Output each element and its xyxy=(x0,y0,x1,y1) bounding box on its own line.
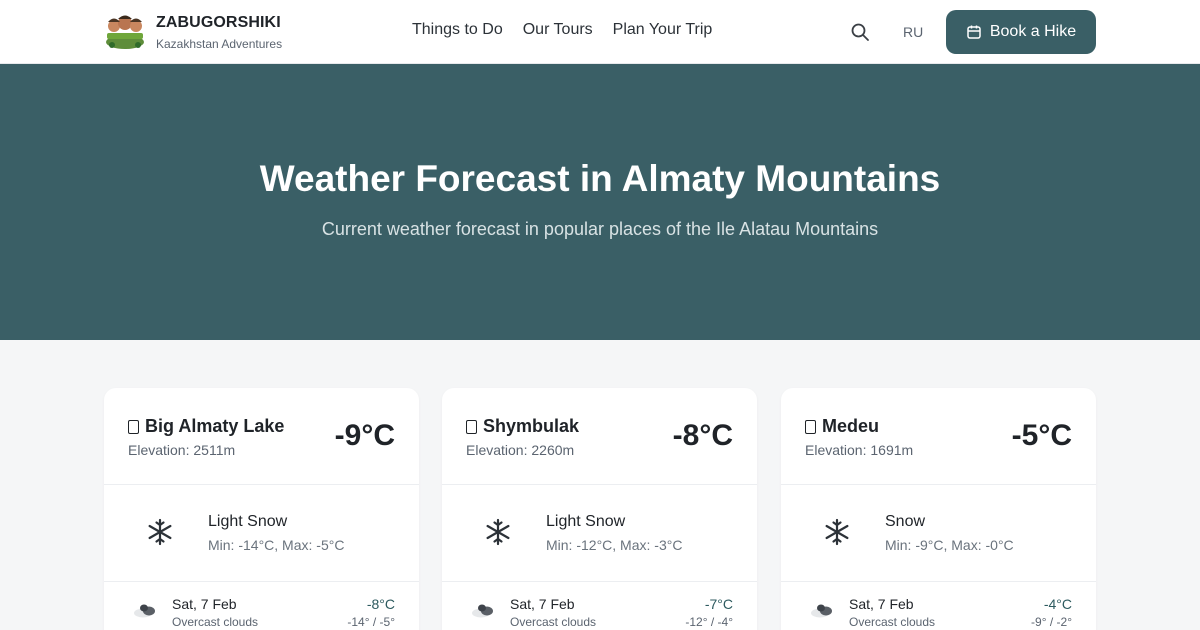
weather-card: Big Almaty Lake Elevation: 2511m -9°C Li… xyxy=(104,388,419,630)
nav-plan-your-trip[interactable]: Plan Your Trip xyxy=(613,21,713,39)
elevation: Elevation: 2511m xyxy=(128,442,236,458)
weather-cards: Big Almaty Lake Elevation: 2511m -9°C Li… xyxy=(104,388,1096,630)
page-subtitle: Current weather forecast in popular plac… xyxy=(321,219,879,239)
hero-section: Weather Forecast in Almaty Mountains Cur… xyxy=(0,64,1200,340)
min-max-range: Min: -12°C, Max: -3°C xyxy=(546,537,683,553)
card-header: Big Almaty Lake Elevation: 2511m -9°C xyxy=(104,388,419,485)
forecast-date: Sat, 7 Feb xyxy=(510,596,575,612)
weather-card: Medeu Elevation: 1691m -5°C Snow Min: -9… xyxy=(781,388,1096,630)
forecast-description: Overcast clouds xyxy=(510,615,597,629)
current-conditions: Light Snow Min: -12°C, Max: -3°C xyxy=(442,485,757,582)
forecast-temperature: -7°C xyxy=(704,596,733,612)
location-name: Shymbulak xyxy=(483,416,580,436)
cloud-icon xyxy=(811,604,832,618)
min-max-range: Min: -9°C, Max: -0°C xyxy=(885,537,1014,553)
current-conditions: Snow Min: -9°C, Max: -0°C xyxy=(781,485,1096,582)
forecast-temperature: -4°C xyxy=(1043,596,1072,612)
current-temperature: -8°C xyxy=(672,419,733,452)
location-title: Shymbulak xyxy=(466,416,579,437)
location-title: Big Almaty Lake xyxy=(128,416,284,437)
forecast-day-row: Sat, 7 Feb Overcast clouds -4°C -9° / -2… xyxy=(781,582,1096,630)
elevation: Elevation: 2260m xyxy=(466,442,575,458)
forecast-day-row: Sat, 7 Feb Overcast clouds -8°C -14° / -… xyxy=(104,582,419,630)
current-temperature: -5°C xyxy=(1011,419,1072,452)
brand-name[interactable]: ZABUGORSHIKI xyxy=(156,14,281,32)
current-temperature: -9°C xyxy=(334,419,395,452)
card-header: Medeu Elevation: 1691m -5°C xyxy=(781,388,1096,485)
card-header: Shymbulak Elevation: 2260m -8°C xyxy=(442,388,757,485)
book-a-hike-button[interactable]: Book a Hike xyxy=(946,10,1096,54)
forecast-description: Overcast clouds xyxy=(172,615,259,629)
snowflake-icon xyxy=(486,518,510,546)
current-conditions: Light Snow Min: -14°C, Max: -5°C xyxy=(104,485,419,582)
elevation: Elevation: 1691m xyxy=(805,442,914,458)
forecast-range: -9° / -2° xyxy=(1031,615,1072,629)
brand-logo[interactable] xyxy=(104,12,146,50)
language-switch[interactable]: RU xyxy=(903,24,923,40)
nav-things-to-do[interactable]: Things to Do xyxy=(412,21,503,39)
brand-tagline: Kazakhstan Adventures xyxy=(156,37,283,51)
forecast-temperature: -8°C xyxy=(366,596,395,612)
main-nav: Things to Do Our Tours Plan Your Trip xyxy=(412,21,712,39)
forecast-date: Sat, 7 Feb xyxy=(849,596,914,612)
snowflake-icon xyxy=(825,518,849,546)
location-title: Medeu xyxy=(805,416,879,437)
condition: Light Snow xyxy=(546,513,626,530)
snowflake-icon xyxy=(148,518,172,546)
forecast-date: Sat, 7 Feb xyxy=(172,596,237,612)
page-title: Weather Forecast in Almaty Mountains xyxy=(259,158,941,199)
weather-card: Shymbulak Elevation: 2260m -8°C Light Sn… xyxy=(442,388,757,630)
location-pin-icon xyxy=(805,419,816,434)
forecast-range: -12° / -4° xyxy=(685,615,733,629)
calendar-icon xyxy=(967,25,981,39)
location-pin-icon xyxy=(466,419,477,434)
condition: Snow xyxy=(885,513,926,530)
cloud-icon xyxy=(472,604,493,618)
location-pin-icon xyxy=(128,419,139,434)
location-name: Medeu xyxy=(822,416,880,436)
search-icon[interactable] xyxy=(850,22,870,42)
min-max-range: Min: -14°C, Max: -5°C xyxy=(208,537,345,553)
forecast-description: Overcast clouds xyxy=(849,615,936,629)
forecast-range: -14° / -5° xyxy=(347,615,395,629)
location-name: Big Almaty Lake xyxy=(145,416,285,436)
top-navigation-bar: ZABUGORSHIKI Kazakhstan Adventures Thing… xyxy=(0,0,1200,64)
cloud-icon xyxy=(134,604,155,618)
forecast-day-row: Sat, 7 Feb Overcast clouds -7°C -12° / -… xyxy=(442,582,757,630)
book-a-hike-label: Book a Hike xyxy=(989,23,1077,40)
nav-our-tours[interactable]: Our Tours xyxy=(523,21,593,39)
condition: Light Snow xyxy=(208,513,288,530)
